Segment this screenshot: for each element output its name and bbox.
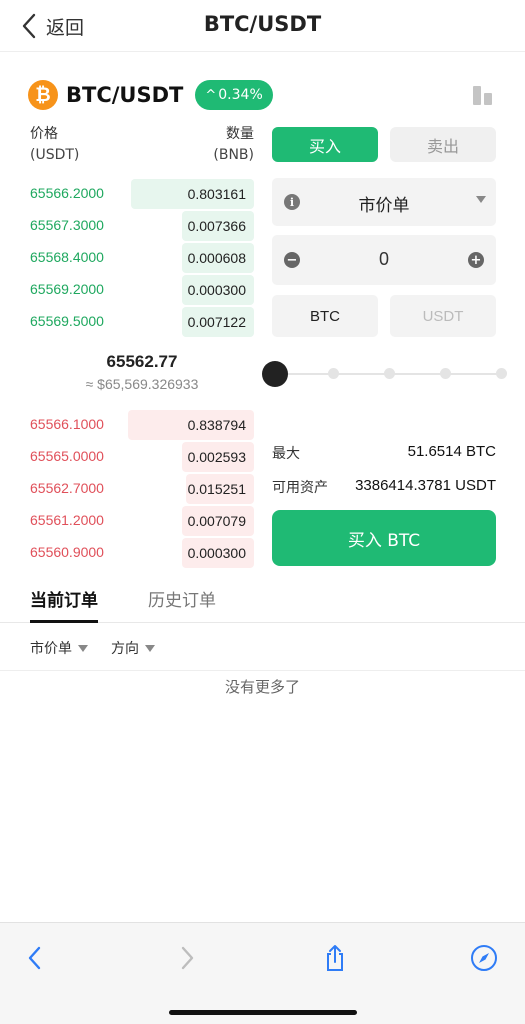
change-badge: ^ 0.34% xyxy=(195,80,273,110)
chart-icon[interactable] xyxy=(472,84,494,106)
bid-row[interactable]: 65567.3000 0.007366 xyxy=(30,211,254,241)
ask-price: 65565.0000 xyxy=(30,448,104,464)
page-title: BTC/USDT xyxy=(203,12,322,36)
bid-qty: 0.000300 xyxy=(182,275,254,305)
ask-price: 65566.1000 xyxy=(30,416,104,432)
filter-direction-label: 方向 xyxy=(111,641,139,657)
order-type-value: 市价单 xyxy=(358,196,410,216)
arrow-up-icon: ^ xyxy=(205,87,217,103)
tab-order-history[interactable]: 历史订单 xyxy=(148,586,216,611)
ask-qty: 0.000300 xyxy=(182,538,254,568)
ask-qty: 0.002593 xyxy=(182,442,254,472)
pair-name: BTC/USDT xyxy=(66,83,184,107)
bid-price: 65568.4000 xyxy=(30,249,104,265)
compass-icon[interactable] xyxy=(467,941,501,975)
last-price-usd: ≈ $65,569.326933 xyxy=(85,376,199,392)
ask-price: 65560.9000 xyxy=(30,544,104,560)
bid-qty: 0.000608 xyxy=(182,243,254,273)
ask-row[interactable]: 65560.9000 0.000300 xyxy=(30,538,254,568)
slider-stop[interactable] xyxy=(328,368,339,379)
share-icon[interactable] xyxy=(318,941,352,975)
max-label: 最大 xyxy=(272,446,300,462)
unit-btc-button[interactable]: BTC xyxy=(272,295,378,337)
filter-order-type[interactable]: 市价单 xyxy=(30,638,88,658)
buy-tab[interactable]: 买入 xyxy=(272,127,378,162)
last-price: 65562.77 xyxy=(106,352,178,371)
filter-direction[interactable]: 方向 xyxy=(111,638,155,658)
price-unit: (USDT) xyxy=(30,147,80,163)
amount-stepper[interactable]: − 0 + xyxy=(272,235,496,285)
browser-toolbar xyxy=(0,922,525,1024)
bid-qty: 0.803161 xyxy=(131,179,254,209)
bid-row[interactable]: 65569.5000 0.007122 xyxy=(30,307,254,337)
available-value: 3386414.3781 USDT xyxy=(355,477,496,494)
unit-usdt-button[interactable]: USDT xyxy=(390,295,496,337)
amount-slider[interactable] xyxy=(262,360,512,388)
slider-stop[interactable] xyxy=(496,368,507,379)
bid-price: 65566.2000 xyxy=(30,185,104,201)
buy-btc-button[interactable]: 买入 BTC xyxy=(272,510,496,566)
bid-row[interactable]: 65568.4000 0.000608 xyxy=(30,243,254,273)
pair-header: ₿ BTC/USDT ^ 0.34% xyxy=(28,78,273,112)
home-indicator xyxy=(169,1010,357,1015)
bid-row[interactable]: 65566.2000 0.803161 xyxy=(30,179,254,209)
ask-qty: 0.838794 xyxy=(128,410,254,440)
ask-row[interactable]: 65561.2000 0.007079 xyxy=(30,506,254,536)
max-value: 51.6514 BTC xyxy=(407,443,496,460)
change-value: 0.34% xyxy=(218,87,263,103)
slider-knob[interactable] xyxy=(262,361,288,387)
tab-current-orders[interactable]: 当前订单 xyxy=(30,586,98,611)
orders-filters: 市价单 方向 xyxy=(0,624,525,671)
slider-stop[interactable] xyxy=(440,368,451,379)
ask-row[interactable]: 65566.1000 0.838794 xyxy=(30,410,254,440)
caret-down-icon xyxy=(78,644,88,652)
slider-stop[interactable] xyxy=(384,368,395,379)
amount-input[interactable]: 0 xyxy=(312,249,456,270)
empty-state: 没有更多了 xyxy=(224,678,300,696)
bid-price: 65569.5000 xyxy=(30,313,104,329)
minus-icon[interactable]: − xyxy=(284,252,300,268)
qty-unit: (BNB) xyxy=(213,147,254,163)
available-label: 可用资产 xyxy=(272,480,328,496)
caret-down-icon xyxy=(145,644,155,652)
bid-price: 65569.2000 xyxy=(30,281,104,297)
plus-icon[interactable]: + xyxy=(468,252,484,268)
filter-order-type-label: 市价单 xyxy=(30,641,72,657)
qty-header: 数量 xyxy=(226,126,254,142)
active-tab-indicator xyxy=(30,620,98,623)
bid-price: 65567.3000 xyxy=(30,217,104,233)
orders-tabs: 当前订单 历史订单 xyxy=(0,578,525,623)
price-header: 价格 xyxy=(30,126,58,142)
forward-icon[interactable] xyxy=(170,941,204,975)
ask-qty: 0.007079 xyxy=(182,506,254,536)
back-icon[interactable] xyxy=(18,941,52,975)
ask-price: 65561.2000 xyxy=(30,512,104,528)
ask-qty: 0.015251 xyxy=(186,474,254,504)
ask-row[interactable]: 65562.7000 0.015251 xyxy=(30,474,254,504)
caret-down-icon xyxy=(476,196,486,203)
bid-qty: 0.007366 xyxy=(182,211,254,241)
top-nav: 返回 BTC/USDT xyxy=(0,0,525,52)
ask-row[interactable]: 65565.0000 0.002593 xyxy=(30,442,254,472)
order-type-select[interactable]: i 市价单 xyxy=(272,178,496,226)
bid-row[interactable]: 65569.2000 0.000300 xyxy=(30,275,254,305)
bitcoin-icon: ₿ xyxy=(28,80,58,110)
ask-price: 65562.7000 xyxy=(30,480,104,496)
sell-tab[interactable]: 卖出 xyxy=(390,127,496,162)
bid-qty: 0.007122 xyxy=(182,307,254,337)
